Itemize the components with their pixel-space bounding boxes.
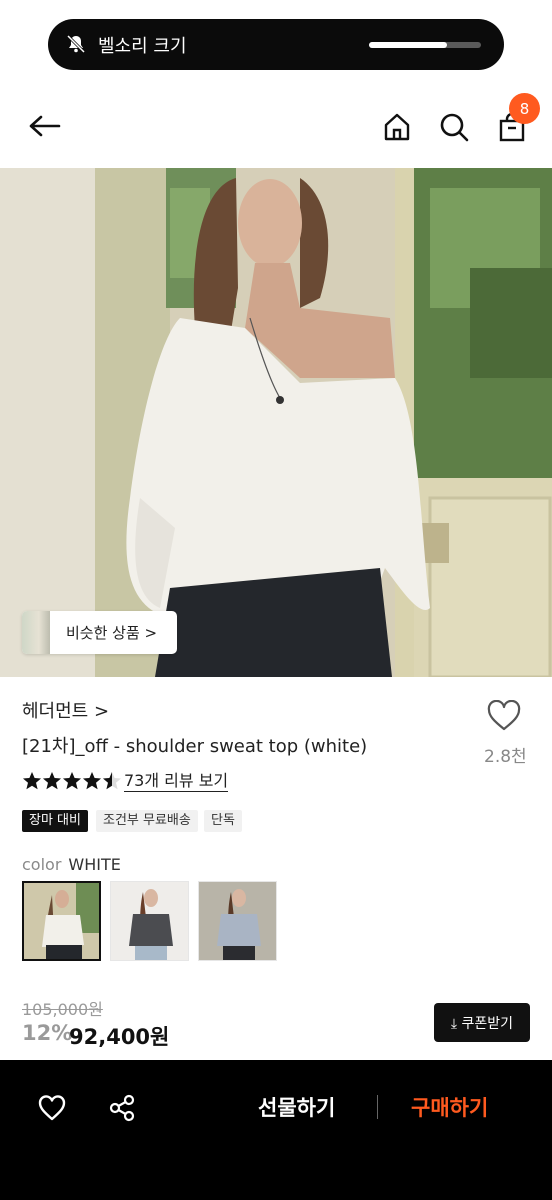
sale-price: 92,400원 (69, 1025, 170, 1049)
search-icon (440, 113, 469, 142)
color-swatch-white[interactable] (22, 881, 101, 961)
rating-stars (22, 771, 122, 791)
color-swatch-blue[interactable] (198, 881, 277, 961)
home-icon (384, 113, 410, 141)
bottom-action-bar: 선물하기 구매하기 (0, 1060, 552, 1200)
tag-rainy-season: 장마 대비 (22, 810, 88, 832)
star-icon (103, 772, 121, 790)
back-button[interactable] (24, 106, 64, 146)
tag-exclusive: 단독 (204, 810, 242, 832)
volume-slider-fill (369, 42, 448, 48)
original-price: 105,000원 (22, 1000, 103, 1019)
color-swatch-charcoal[interactable] (110, 881, 189, 961)
review-link[interactable]: 73개 리뷰 보기 (124, 771, 229, 792)
buy-button[interactable]: 구매하기 (411, 1092, 488, 1122)
swatch-charcoal-photo (111, 882, 188, 960)
discount-rate: 12% (22, 1021, 73, 1045)
similar-products-thumbnail (22, 611, 50, 654)
volume-toast: 벨소리 크기 (48, 19, 504, 70)
color-label: color (22, 855, 62, 874)
arrow-left-icon (29, 115, 61, 137)
heart-icon (38, 1095, 66, 1121)
share-button[interactable] (102, 1088, 142, 1128)
heart-icon (487, 699, 521, 731)
color-value: WHITE (68, 855, 121, 874)
product-title: [21차]_off - shoulder sweat top (white) (22, 736, 368, 757)
similar-products-button[interactable]: 비슷한 상품 > (22, 611, 177, 654)
gift-button[interactable]: 선물하기 (258, 1092, 335, 1122)
wishlist-count: 2.8천 (484, 747, 527, 767)
star-icon (83, 772, 101, 790)
star-icon (63, 772, 81, 790)
similar-products-label: 비슷한 상품 > (66, 624, 158, 642)
search-button[interactable] (434, 107, 474, 147)
bottom-wishlist-button[interactable] (32, 1088, 72, 1128)
color-row: color WHITE (22, 855, 121, 874)
swatch-blue-photo (199, 882, 276, 960)
cart-count-badge: 8 (509, 93, 540, 124)
home-button[interactable] (377, 107, 417, 147)
brand-link[interactable]: 헤더먼트 > (22, 697, 109, 723)
tag-free-shipping: 조건부 무료배송 (96, 810, 198, 832)
product-image[interactable] (0, 168, 552, 677)
volume-slider[interactable] (369, 42, 481, 48)
coupon-download-button[interactable]: ⤓ 쿠폰받기 (434, 1003, 530, 1042)
star-icon (43, 772, 61, 790)
product-photo (0, 168, 552, 677)
swatch-white-photo (24, 883, 99, 959)
share-icon (109, 1094, 135, 1122)
star-icon (23, 772, 41, 790)
bell-muted-icon (66, 34, 86, 54)
volume-toast-label: 벨소리 크기 (98, 36, 187, 57)
wishlist-button[interactable] (486, 699, 530, 736)
bottom-bar-divider (377, 1095, 378, 1119)
